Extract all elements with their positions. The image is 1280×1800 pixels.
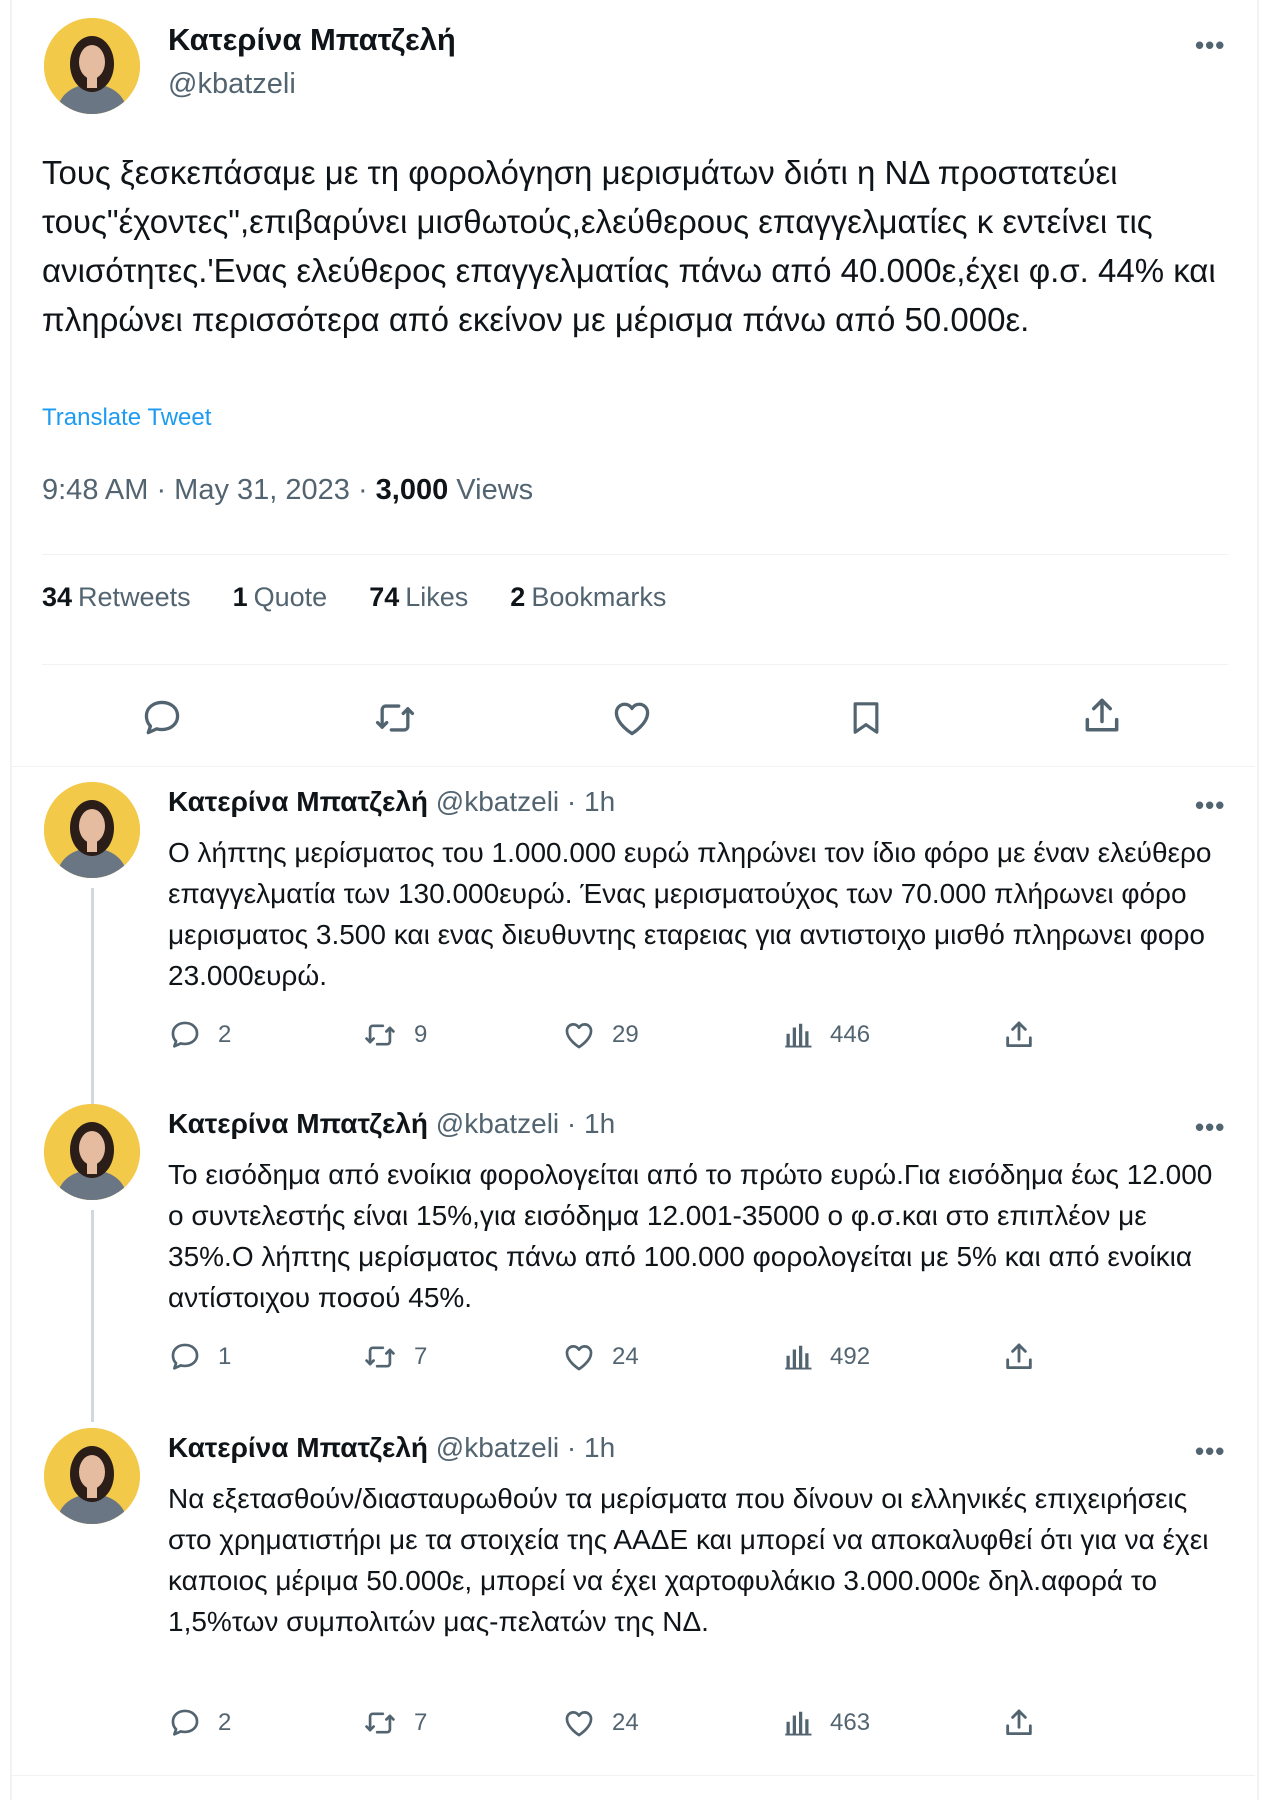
like-icon <box>565 1711 593 1737</box>
likes-stat[interactable]: 74 Likes <box>369 582 468 613</box>
reply-count: 2 <box>218 1021 232 1048</box>
views-count: 492 <box>830 1343 871 1370</box>
avatar-photo <box>44 1104 140 1200</box>
reply-header: Κατερίνα Μπατζελή @kbatzeli · 1h <box>168 1108 615 1140</box>
retweet-count: 9 <box>414 1021 428 1048</box>
more-options-icon[interactable]: ••• <box>1195 790 1225 821</box>
views-action[interactable]: 492 <box>784 1340 870 1374</box>
like-action[interactable]: 24 <box>562 1706 639 1740</box>
like-action[interactable]: 24 <box>562 1340 639 1374</box>
reply-text: Ο λήπτης μερίσματος του 1.000.000 ευρώ π… <box>168 837 1212 991</box>
retweet-action[interactable]: 9 <box>362 1018 427 1052</box>
bookmarks-count: 2 <box>510 582 526 612</box>
translate-tweet-link[interactable]: Translate Tweet <box>42 404 211 432</box>
views-icon <box>785 1023 812 1048</box>
reply-action[interactable]: 1 <box>168 1340 231 1374</box>
likes-label: Likes <box>405 582 469 612</box>
bookmarks-stat[interactable]: 2 Bookmarks <box>510 582 666 613</box>
quotes-count: 1 <box>232 582 248 612</box>
reply-avatar[interactable] <box>44 1104 140 1200</box>
engagement-stats: 34 Retweets 1 Quote 74 Likes 2 Bookmarks <box>42 582 666 613</box>
retweet-icon <box>365 1024 395 1046</box>
quotes-label: Quote <box>253 582 328 612</box>
reply-avatar[interactable] <box>44 782 140 878</box>
avatar-photo <box>44 782 140 878</box>
divider <box>42 554 1228 555</box>
views-icon <box>785 1345 812 1370</box>
retweets-stat[interactable]: 34 Retweets <box>42 582 191 613</box>
reply-icon <box>171 1343 199 1370</box>
share-icon[interactable] <box>1002 1706 1036 1740</box>
reply-author-name[interactable]: Κατερίνα Μπατζελή <box>168 1432 428 1463</box>
like-icon[interactable] <box>610 696 654 740</box>
thread-connector <box>91 1210 94 1422</box>
views-count: 446 <box>830 1021 871 1048</box>
share-icon[interactable] <box>1002 1018 1036 1052</box>
retweet-icon <box>365 1346 395 1368</box>
tweet-text: Τους ξεσκεπάσαμε με τη φορολόγηση μερισμ… <box>42 154 1216 338</box>
reply-handle-time[interactable]: @kbatzeli · 1h <box>428 1108 615 1139</box>
retweets-label: Retweets <box>78 582 191 612</box>
share-icon[interactable] <box>1002 1340 1036 1374</box>
reply-icon <box>171 1021 199 1048</box>
like-action[interactable]: 29 <box>562 1018 639 1052</box>
reply-action[interactable]: 2 <box>168 1706 231 1740</box>
like-count: 29 <box>612 1021 639 1048</box>
divider <box>42 664 1228 665</box>
views-action[interactable]: 463 <box>784 1706 870 1740</box>
share-icon[interactable] <box>1080 694 1124 738</box>
reply-icon[interactable] <box>140 696 184 740</box>
bookmark-icon[interactable] <box>846 696 886 740</box>
retweet-count: 7 <box>414 1343 428 1370</box>
author-name[interactable]: Κατερίνα Μπατζελή <box>168 22 456 58</box>
retweet-count: 7 <box>414 1709 428 1736</box>
retweet-action[interactable]: 7 <box>362 1340 427 1374</box>
reply-author-name[interactable]: Κατερίνα Μπατζελή <box>168 786 428 817</box>
author-handle[interactable]: @kbatzeli <box>168 68 296 101</box>
tweet-time: 9:48 AM · May 31, 2023 · <box>42 474 376 506</box>
more-options-icon[interactable]: ••• <box>1195 1112 1225 1143</box>
reply-icon <box>171 1709 199 1736</box>
retweet-icon <box>365 1712 395 1734</box>
views-icon <box>785 1711 812 1736</box>
likes-count: 74 <box>369 582 400 612</box>
divider <box>10 766 1255 767</box>
reply-author-name[interactable]: Κατερίνα Μπατζελή <box>168 1108 428 1139</box>
bookmarks-label: Bookmarks <box>531 582 667 612</box>
reply-handle-time[interactable]: @kbatzeli · 1h <box>428 786 615 817</box>
retweet-icon[interactable] <box>372 696 418 740</box>
more-options-icon[interactable]: ••• <box>1195 1436 1225 1467</box>
reply-action[interactable]: 2 <box>168 1018 231 1052</box>
views-count: 3,000 <box>375 474 449 506</box>
retweets-count: 34 <box>42 582 73 612</box>
divider <box>10 1775 1255 1776</box>
avatar-photo <box>44 1428 140 1524</box>
more-options-icon[interactable]: ••• <box>1195 30 1225 61</box>
reply-handle-time[interactable]: @kbatzeli · 1h <box>428 1432 615 1463</box>
reply-header: Κατερίνα Μπατζελή @kbatzeli · 1h <box>168 786 615 818</box>
reply-text: Το εισόδημα από ενοίκια φορολογείται από… <box>168 1159 1213 1313</box>
quotes-stat[interactable]: 1 Quote <box>233 582 328 613</box>
views-count: 463 <box>830 1709 871 1736</box>
reply-header: Κατερίνα Μπατζελή @kbatzeli · 1h <box>168 1432 615 1464</box>
author-avatar[interactable] <box>44 18 140 114</box>
views-label: Views <box>448 474 534 506</box>
like-icon <box>565 1345 593 1371</box>
retweet-action[interactable]: 7 <box>362 1706 427 1740</box>
views-action[interactable]: 446 <box>784 1018 870 1052</box>
reply-count: 1 <box>218 1343 232 1370</box>
like-icon <box>565 1023 593 1049</box>
reply-avatar[interactable] <box>44 1428 140 1524</box>
thread-connector <box>91 888 94 1116</box>
tweet-timestamp[interactable]: 9:48 AM · May 31, 2023 · 3,000 Views <box>42 474 533 507</box>
reply-count: 2 <box>218 1709 232 1736</box>
like-count: 24 <box>612 1709 639 1736</box>
like-count: 24 <box>612 1343 639 1370</box>
avatar-photo <box>44 18 140 114</box>
reply-text: Να εξετασθούν/διασταυρωθούν τα μερίσματα… <box>168 1483 1209 1637</box>
